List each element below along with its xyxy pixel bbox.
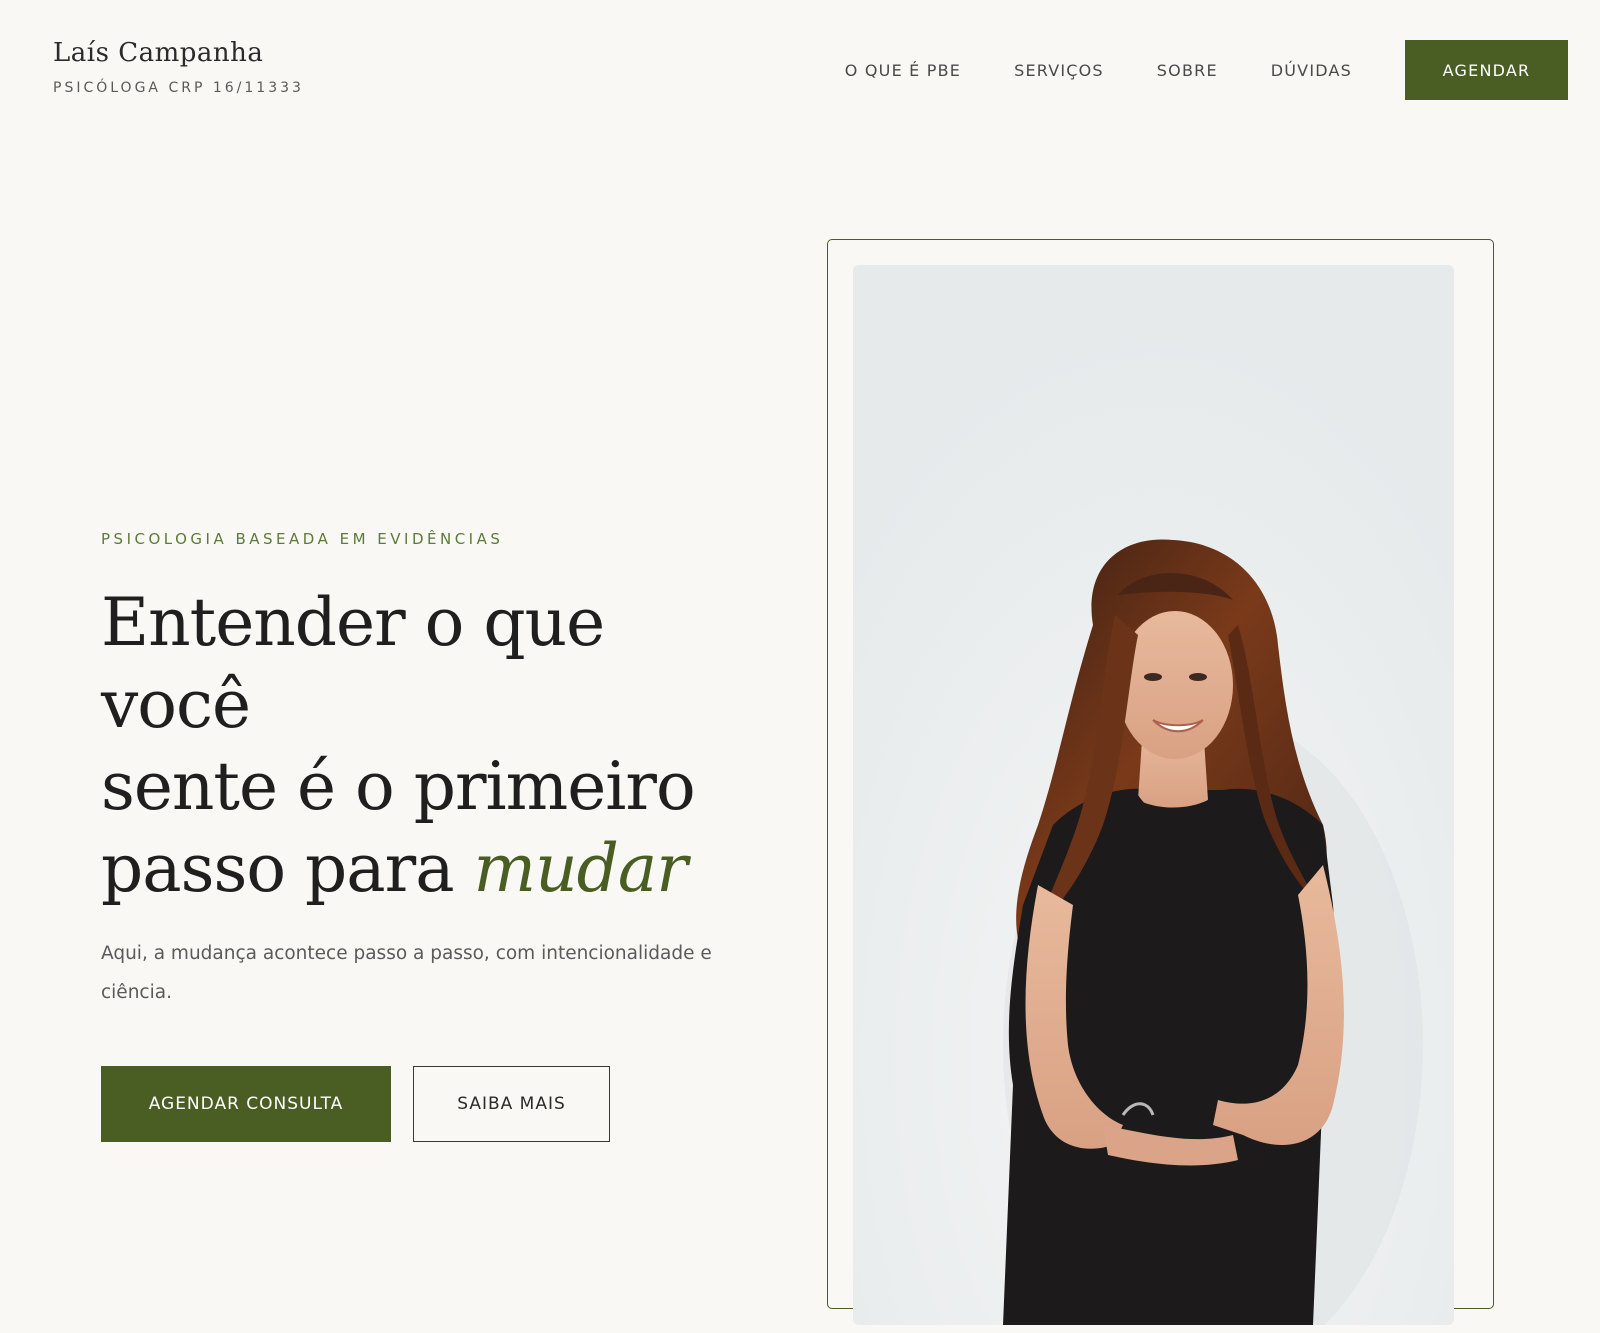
headline-line-3: passo para xyxy=(101,830,474,907)
brand[interactable]: Laís Campanha PSICÓLOGA CRP 16/11333 xyxy=(53,38,304,96)
hero-section: PSICOLOGIA BASEADA EM EVIDÊNCIAS Entende… xyxy=(101,530,741,1142)
hero-buttons: AGENDAR CONSULTA SAIBA MAIS xyxy=(101,1066,741,1142)
portrait-illustration xyxy=(853,265,1454,1325)
nav-link-o-que-e-pbe[interactable]: O QUE É PBE xyxy=(845,61,961,80)
headline-line-2: sente é o primeiro xyxy=(101,748,696,825)
headline-accent: mudar xyxy=(473,830,688,907)
nav-link-servicos[interactable]: SERVIÇOS xyxy=(1014,61,1104,80)
nav-link-duvidas[interactable]: DÚVIDAS xyxy=(1271,61,1352,80)
hero-eyebrow: PSICOLOGIA BASEADA EM EVIDÊNCIAS xyxy=(101,530,504,548)
nav-link-sobre[interactable]: SOBRE xyxy=(1157,61,1218,80)
saiba-mais-button[interactable]: SAIBA MAIS xyxy=(413,1066,610,1142)
headline-line-1: Entender o que você xyxy=(101,584,605,743)
agendar-button[interactable]: AGENDAR xyxy=(1405,40,1568,100)
main-nav: O QUE É PBE SERVIÇOS SOBRE DÚVIDAS AGEND… xyxy=(845,40,1568,100)
hero-lead: Aqui, a mudança acontece passo a passo, … xyxy=(101,943,712,1003)
brand-name[interactable]: Laís Campanha xyxy=(53,38,304,68)
brand-subtitle: PSICÓLOGA CRP 16/11333 xyxy=(53,80,304,96)
page: Laís Campanha PSICÓLOGA CRP 16/11333 O Q… xyxy=(0,0,1600,1333)
agendar-consulta-button[interactable]: AGENDAR CONSULTA xyxy=(101,1066,391,1142)
profile-photo xyxy=(853,265,1454,1325)
hero-headline: Entender o que você sente é o primeiro p… xyxy=(101,582,741,910)
